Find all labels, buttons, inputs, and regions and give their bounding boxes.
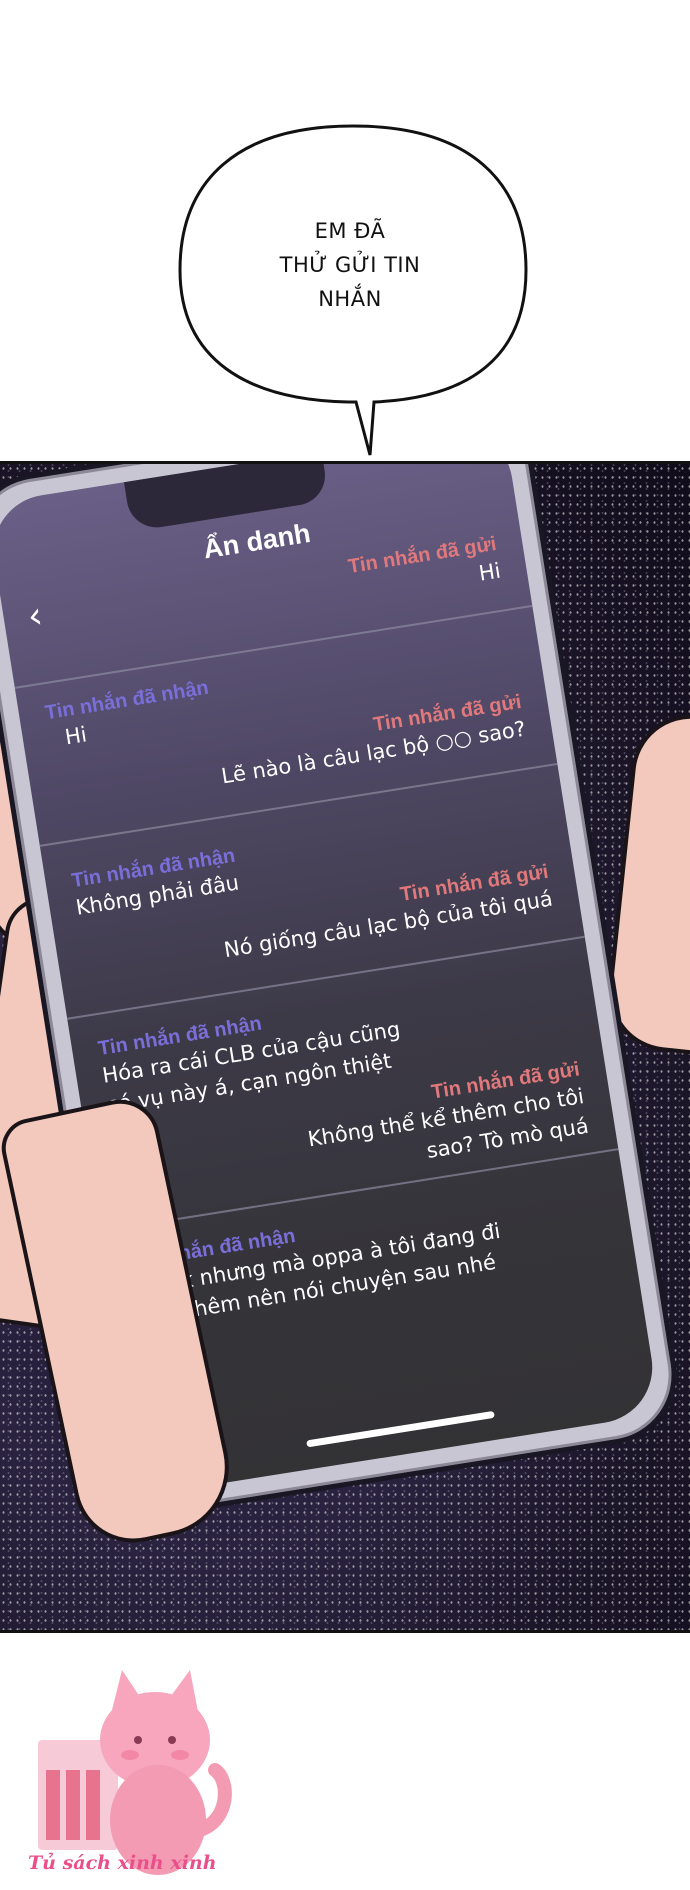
comic-panel: Ẩn danh ‹ Tin nhắn đã gửi Hi Tin nhắn đã… (0, 461, 690, 1633)
bubble-line-1: EM ĐÃ (314, 219, 386, 243)
speech-bubble-text: EM ĐÃ THỬ GỬI TIN NHẮN (210, 214, 490, 316)
watermark-text: Tủ sách xinh xinh (28, 1852, 217, 1874)
bubble-line-2: THỬ GỬI TIN (279, 253, 421, 277)
bubble-line-3: NHẮN (318, 287, 382, 311)
home-indicator (306, 1410, 495, 1448)
